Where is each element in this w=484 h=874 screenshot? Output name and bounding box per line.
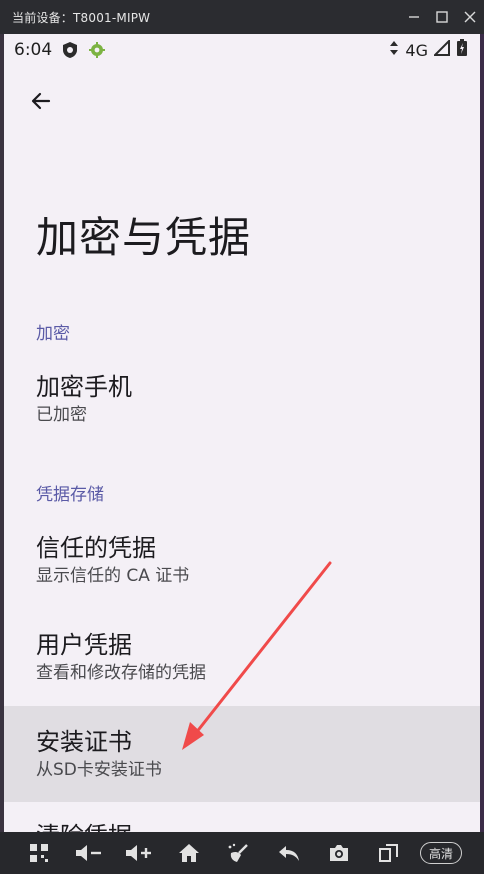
pref-install-certificate[interactable]: 安装证书 从SD卡安装证书 xyxy=(4,706,480,802)
pref-title: 清除凭据 xyxy=(36,820,480,832)
window-controls xyxy=(400,0,484,34)
minimize-icon[interactable] xyxy=(400,0,428,34)
camera-icon[interactable] xyxy=(314,832,364,874)
apps-icon[interactable] xyxy=(14,832,64,874)
status-time: 6:04 xyxy=(14,40,53,60)
volume-up-icon[interactable] xyxy=(114,832,164,874)
pref-trusted-credentials[interactable]: 信任的凭据 显示信任的 CA 证书 xyxy=(4,532,480,594)
pref-title: 用户凭据 xyxy=(36,631,132,659)
section-header-encryption: 加密 xyxy=(36,324,70,344)
window-title: 当前设备：T8001-MIPW xyxy=(12,10,151,25)
android-status-bar: 6:04 4G xyxy=(4,34,480,66)
android-debug-icon xyxy=(88,41,106,59)
clean-brush-icon[interactable] xyxy=(214,832,264,874)
pref-summary: 显示信任的 CA 证书 xyxy=(36,566,190,586)
shield-icon xyxy=(62,41,78,59)
phone-screen: 6:04 4G 加密与凭据 加密 加密手机 已加密 凭据存储 信任的凭据 显示信… xyxy=(4,34,480,832)
close-icon[interactable] xyxy=(456,0,484,34)
emulator-toolbar: 高清 xyxy=(0,832,484,874)
pref-title: 信任的凭据 xyxy=(36,534,156,562)
maximize-icon[interactable] xyxy=(428,0,456,34)
back-arrow-icon[interactable] xyxy=(24,84,58,118)
screen-rotate-icon[interactable] xyxy=(364,832,414,874)
pref-clear-credentials[interactable]: 清除凭据 xyxy=(4,820,480,832)
page-title: 加密与凭据 xyxy=(36,213,252,262)
pref-summary: 查看和修改存储的凭据 xyxy=(36,663,206,683)
battery-icon xyxy=(456,39,468,61)
home-icon[interactable] xyxy=(164,832,214,874)
back-reply-icon[interactable] xyxy=(264,832,314,874)
pref-encrypt-phone[interactable]: 加密手机 已加密 xyxy=(4,371,480,433)
pref-summary: 已加密 xyxy=(36,405,87,425)
pref-title: 安装证书 xyxy=(36,728,132,756)
signal-icon xyxy=(432,38,450,60)
volume-down-icon[interactable] xyxy=(64,832,114,874)
status-right-group: 4G xyxy=(389,38,468,61)
pref-summary: 从SD卡安装证书 xyxy=(36,760,162,780)
network-type: 4G xyxy=(405,40,428,60)
data-activity-icon xyxy=(389,40,399,60)
pref-title: 加密手机 xyxy=(36,373,132,401)
host-background-right xyxy=(480,34,484,834)
pref-user-credentials[interactable]: 用户凭据 查看和修改存储的凭据 xyxy=(4,629,480,691)
section-header-credential-storage: 凭据存储 xyxy=(36,485,104,505)
hd-quality-button[interactable]: 高清 xyxy=(420,842,463,864)
emulator-title-bar: 当前设备：T8001-MIPW xyxy=(0,0,484,34)
